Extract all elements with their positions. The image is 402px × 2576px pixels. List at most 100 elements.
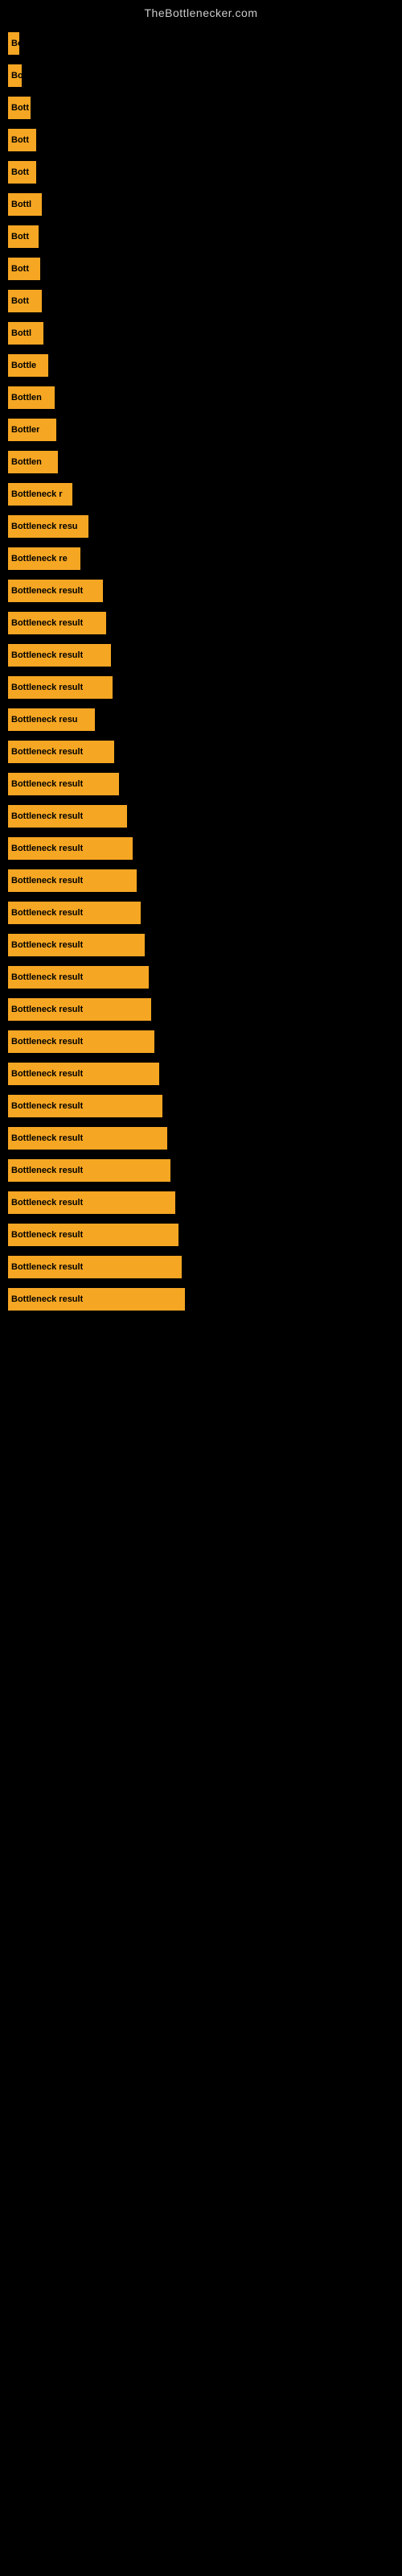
- bar-label: Bottl: [11, 328, 31, 338]
- bar: Bottle: [8, 354, 48, 377]
- bar-label: Bottleneck result: [11, 618, 83, 628]
- bar: Bottleneck result: [8, 1063, 159, 1085]
- bar: Bottleneck result: [8, 869, 137, 892]
- bar: Bottleneck result: [8, 676, 113, 699]
- bar-label: Bottleneck result: [11, 747, 83, 757]
- bar-row: Bottleneck result: [8, 1286, 394, 1312]
- bar: Bottleneck result: [8, 1095, 162, 1117]
- bar: Bottleneck result: [8, 773, 119, 795]
- bar-label: Bottleneck result: [11, 811, 83, 821]
- bar-row: Bottlen: [8, 385, 394, 411]
- bar-row: Bottleneck result: [8, 1029, 394, 1055]
- bar-row: Bottl: [8, 192, 394, 217]
- bar-label: Bottleneck result: [11, 908, 83, 918]
- bar-label: Bottleneck result: [11, 1198, 83, 1208]
- bar-row: Bott: [8, 288, 394, 314]
- bar: Bott: [8, 258, 40, 280]
- bar-row: Bottleneck r: [8, 481, 394, 507]
- bar: Bott: [8, 225, 39, 248]
- bar-row: Bottleneck result: [8, 675, 394, 700]
- bar-label: Bottleneck result: [11, 1133, 83, 1143]
- bar: Bottleneck result: [8, 741, 114, 763]
- bar-label: Bottler: [11, 425, 39, 435]
- bar-label: Bottleneck result: [11, 1101, 83, 1111]
- bar: Bott: [8, 161, 36, 184]
- bar: Bottleneck result: [8, 1288, 185, 1311]
- bar-label: Bott: [11, 103, 29, 113]
- bar-row: Bo: [8, 63, 394, 89]
- bar-row: Bottleneck result: [8, 1158, 394, 1183]
- bar: Bottleneck result: [8, 805, 127, 828]
- bar-label: Bottleneck result: [11, 876, 83, 886]
- bar-label: Bottleneck result: [11, 1005, 83, 1014]
- bar: Bottleneck result: [8, 612, 106, 634]
- bar-label: Bottlen: [11, 457, 42, 467]
- bar: Bottleneck result: [8, 966, 149, 989]
- bar-row: Bottleneck result: [8, 642, 394, 668]
- bar: Bottlen: [8, 386, 55, 409]
- bar-row: Bottleneck resu: [8, 707, 394, 733]
- bar-label: Bottleneck result: [11, 683, 83, 692]
- bar-row: Bottleneck result: [8, 836, 394, 861]
- bar-label: Bottl: [11, 200, 31, 209]
- bar-row: Bottleneck re: [8, 546, 394, 572]
- bar-label: Bottleneck result: [11, 1262, 83, 1272]
- bar-row: Bottleneck result: [8, 610, 394, 636]
- bar-label: Bott: [11, 264, 29, 274]
- bar-row: Bottleneck resu: [8, 514, 394, 539]
- bar: Bottleneck re: [8, 547, 80, 570]
- bar-row: Bottl: [8, 320, 394, 346]
- bar-row: Bo: [8, 31, 394, 56]
- bar: Bo: [8, 32, 19, 55]
- bar-row: Bottleneck result: [8, 997, 394, 1022]
- bar-label: Bott: [11, 232, 29, 242]
- bar-label: Bottleneck result: [11, 586, 83, 596]
- bar: Bottlen: [8, 451, 58, 473]
- bar-row: Bott: [8, 127, 394, 153]
- bar-row: Bottleneck result: [8, 868, 394, 894]
- bar-row: Bottleneck result: [8, 1254, 394, 1280]
- bar-label: Bottleneck resu: [11, 715, 78, 724]
- bar: Bottleneck result: [8, 1127, 167, 1150]
- bar-label: Bottleneck result: [11, 779, 83, 789]
- bar-row: Bottle: [8, 353, 394, 378]
- bar: Bottleneck result: [8, 1191, 175, 1214]
- bar-row: Bottleneck result: [8, 1190, 394, 1216]
- bar-label: Bottleneck result: [11, 1230, 83, 1240]
- bar-row: Bottleneck result: [8, 1125, 394, 1151]
- bar-label: Bott: [11, 296, 29, 306]
- bar-row: Bottleneck result: [8, 932, 394, 958]
- bar: Bott: [8, 97, 31, 119]
- bar: Bottler: [8, 419, 56, 441]
- bar-row: Bottleneck result: [8, 578, 394, 604]
- bar-label: Bottleneck result: [11, 1037, 83, 1046]
- bar-label: Bottleneck result: [11, 972, 83, 982]
- bar: Bottleneck result: [8, 1224, 178, 1246]
- bar: Bottleneck result: [8, 1256, 182, 1278]
- bar-label: Bottlen: [11, 393, 42, 402]
- bar-label: Bo: [11, 39, 19, 48]
- bar-row: Bottleneck result: [8, 964, 394, 990]
- bar-label: Bottleneck result: [11, 650, 83, 660]
- bar-row: Bott: [8, 256, 394, 282]
- bar-label: Bottleneck result: [11, 1166, 83, 1175]
- bar-row: Bottleneck result: [8, 803, 394, 829]
- bar: Bottleneck result: [8, 1030, 154, 1053]
- bar-row: Bott: [8, 95, 394, 121]
- bar-row: Bottler: [8, 417, 394, 443]
- bar: Bott: [8, 290, 42, 312]
- bar: Bott: [8, 129, 36, 151]
- bar-row: Bottleneck result: [8, 1222, 394, 1248]
- bar: Bottleneck result: [8, 837, 133, 860]
- bar-row: Bottleneck result: [8, 739, 394, 765]
- bar: Bottleneck result: [8, 1159, 170, 1182]
- bar: Bo: [8, 64, 22, 87]
- bar: Bottleneck result: [8, 580, 103, 602]
- bar: Bottleneck resu: [8, 708, 95, 731]
- bar-label: Bott: [11, 135, 29, 145]
- bar-label: Bottleneck result: [11, 1294, 83, 1304]
- bar-label: Bottleneck result: [11, 940, 83, 950]
- bar: Bottl: [8, 322, 43, 345]
- bar: Bottleneck result: [8, 998, 151, 1021]
- bar-row: Bott: [8, 224, 394, 250]
